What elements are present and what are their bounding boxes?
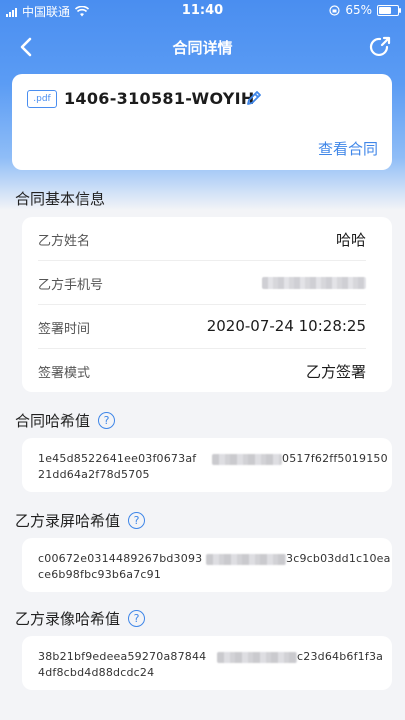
- help-icon[interactable]: ?: [128, 512, 146, 529]
- video-hash-title: 乙方录像哈希值?: [15, 608, 146, 629]
- contract-hash-title: 合同哈希值?: [15, 410, 116, 431]
- status-bar: 中国联通 11:40 65%: [0, 0, 405, 22]
- info-row-name: 乙方姓名 哈哈: [22, 217, 392, 261]
- info-value: 哈哈: [335, 231, 366, 249]
- hash-line-2: 21dd64a2f78d5705: [38, 468, 150, 481]
- info-row-sign-time: 签署时间 2020-07-24 10:28:25: [22, 305, 392, 349]
- contract-number: 1406-310581-WOYIH: [64, 89, 255, 108]
- help-icon[interactable]: ?: [128, 610, 146, 627]
- redacted-hash: [206, 554, 286, 565]
- contract-hash-label: 合同哈希值: [15, 412, 91, 430]
- video-hash-label: 乙方录像哈希值: [15, 610, 121, 628]
- hash-line-2: ce6b98fbc93b6a7c91: [38, 568, 162, 581]
- hash-line-start: 38b21bf9edeea59270a87844: [38, 650, 207, 663]
- hash-line-start: c00672e0314489267bd3093: [38, 552, 203, 565]
- contract-hash-card: 1e45d8522641ee03f0673af 0517f62ff5019150…: [22, 438, 392, 492]
- orientation-lock-icon: [329, 4, 340, 16]
- screen-hash-label: 乙方录屏哈希值: [15, 512, 121, 530]
- status-right: 65%: [329, 3, 401, 17]
- basic-info-title: 合同基本信息: [15, 190, 106, 208]
- view-contract-link[interactable]: 查看合同: [318, 138, 378, 159]
- redacted-hash: [212, 454, 282, 465]
- redacted-hash: [217, 652, 297, 663]
- info-value: 2020-07-24 10:28:25: [206, 317, 366, 335]
- screen-hash-card: c00672e0314489267bd3093 3c9cb03dd1c10ea …: [22, 538, 392, 592]
- hash-line-start: 1e45d8522641ee03f0673af: [38, 452, 197, 465]
- battery-icon: [377, 4, 401, 16]
- battery-percent: 65%: [345, 3, 372, 17]
- redacted-phone: [262, 277, 366, 289]
- help-icon[interactable]: ?: [98, 412, 116, 429]
- hash-line-end: 0517f62ff5019150: [282, 452, 388, 465]
- info-label: 乙方姓名: [38, 234, 91, 249]
- hash-line-end: c23d64b6f1f3a: [297, 650, 384, 663]
- info-row-phone: 乙方手机号: [22, 261, 392, 305]
- basic-info-card: 乙方姓名 哈哈 乙方手机号 签署时间 2020-07-24 10:28:25 签…: [22, 217, 392, 392]
- video-hash-card: 38b21bf9edeea59270a87844 c23d64b6f1f3a 4…: [22, 636, 392, 690]
- hash-line-end: 3c9cb03dd1c10ea: [286, 552, 391, 565]
- info-label: 乙方手机号: [38, 278, 104, 293]
- pdf-icon: .pdf: [27, 90, 57, 108]
- edit-pencil-icon[interactable]: [244, 88, 264, 108]
- info-value: 乙方签署: [305, 363, 366, 381]
- info-label: 签署时间: [38, 322, 91, 337]
- contract-card: .pdf 1406-310581-WOYIH 查看合同: [12, 74, 392, 170]
- info-row-sign-mode: 签署模式 乙方签署: [22, 349, 392, 393]
- page-title: 合同详情: [172, 39, 233, 57]
- info-label: 签署模式: [38, 366, 91, 381]
- share-icon[interactable]: [367, 34, 393, 60]
- hash-line-2: 4df8cbd4d88dcdc24: [38, 666, 155, 679]
- navbar: 合同详情: [0, 22, 405, 72]
- screen-hash-title: 乙方录屏哈希值?: [15, 510, 146, 531]
